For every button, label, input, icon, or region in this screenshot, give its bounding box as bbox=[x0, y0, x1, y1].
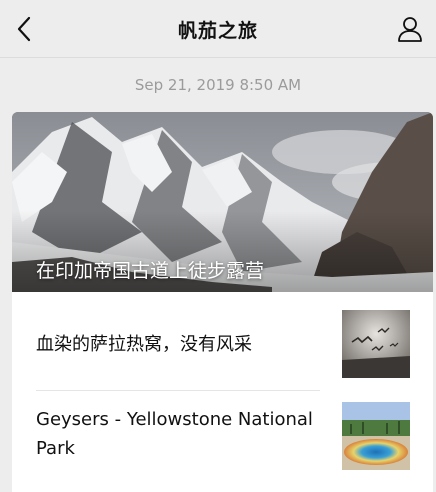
chevron-left-icon bbox=[17, 16, 31, 42]
list-item[interactable]: Geysers - Yellowstone National Park bbox=[12, 390, 433, 492]
list-item-title: Geysers - Yellowstone National Park bbox=[36, 409, 313, 459]
birds-image bbox=[342, 310, 410, 378]
person-icon bbox=[398, 17, 422, 42]
profile-button[interactable] bbox=[394, 13, 426, 45]
back-button[interactable] bbox=[10, 14, 40, 44]
geyser-image bbox=[342, 402, 410, 470]
nav-bar: 帆茄之旅 bbox=[0, 0, 436, 58]
hero-article-title: 在印加帝国古道上徒步露营 bbox=[36, 260, 265, 282]
article-card: 在印加帝国古道上徒步露营 血染的萨拉热窝，没有风采 Geysers - Yell… bbox=[12, 112, 433, 492]
page-title: 帆茄之旅 bbox=[177, 19, 258, 42]
list-item-title: 血染的萨拉热窝，没有风采 bbox=[36, 334, 252, 355]
list-item-thumbnail bbox=[342, 310, 410, 378]
list-item[interactable]: 血染的萨拉热窝，没有风采 bbox=[12, 292, 433, 390]
hero-article[interactable]: 在印加帝国古道上徒步露营 bbox=[12, 112, 433, 292]
list-item-thumbnail bbox=[342, 402, 410, 470]
message-timestamp: Sep 21, 2019 8:50 AM bbox=[134, 76, 302, 94]
